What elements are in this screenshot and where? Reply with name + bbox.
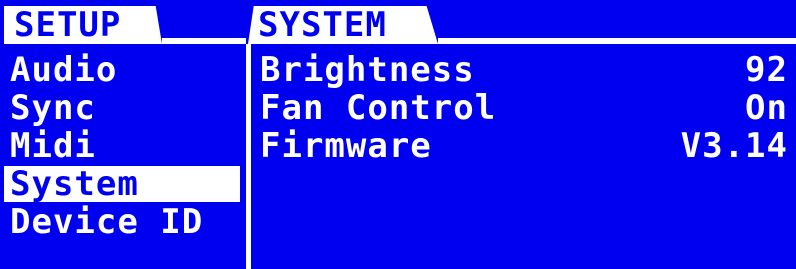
menu-item-label: Device ID: [10, 202, 204, 242]
menu-item-system[interactable]: System: [4, 166, 240, 202]
menu-item-label: System: [10, 164, 139, 204]
param-name: Brightness: [260, 50, 475, 90]
menu-item-label: Sync: [10, 88, 96, 128]
tab-underline: [438, 38, 796, 44]
param-row-firmware[interactable]: Firmware V3.14: [256, 128, 788, 164]
param-value: V3.14: [680, 126, 788, 166]
param-row-fan-control[interactable]: Fan Control On: [256, 90, 788, 126]
device-lcd-screen: SETUP SYSTEM Audio Sync Midi System Devi…: [0, 0, 796, 269]
setup-menu: Audio Sync Midi System Device ID: [0, 0, 246, 269]
param-name: Fan Control: [260, 88, 497, 128]
menu-item-device-id[interactable]: Device ID: [4, 204, 240, 240]
tab-system-label: SYSTEM: [258, 5, 387, 45]
menu-item-audio[interactable]: Audio: [4, 52, 240, 88]
menu-item-midi[interactable]: Midi: [4, 128, 240, 164]
param-name: Firmware: [260, 126, 432, 166]
tab-system[interactable]: SYSTEM: [248, 6, 438, 44]
menu-item-label: Audio: [10, 50, 118, 90]
param-value: On: [745, 88, 788, 128]
menu-item-label: Midi: [10, 126, 96, 166]
param-row-brightness[interactable]: Brightness 92: [256, 52, 788, 88]
param-value: 92: [745, 50, 788, 90]
pane-divider: [246, 44, 251, 269]
menu-item-sync[interactable]: Sync: [4, 90, 240, 126]
